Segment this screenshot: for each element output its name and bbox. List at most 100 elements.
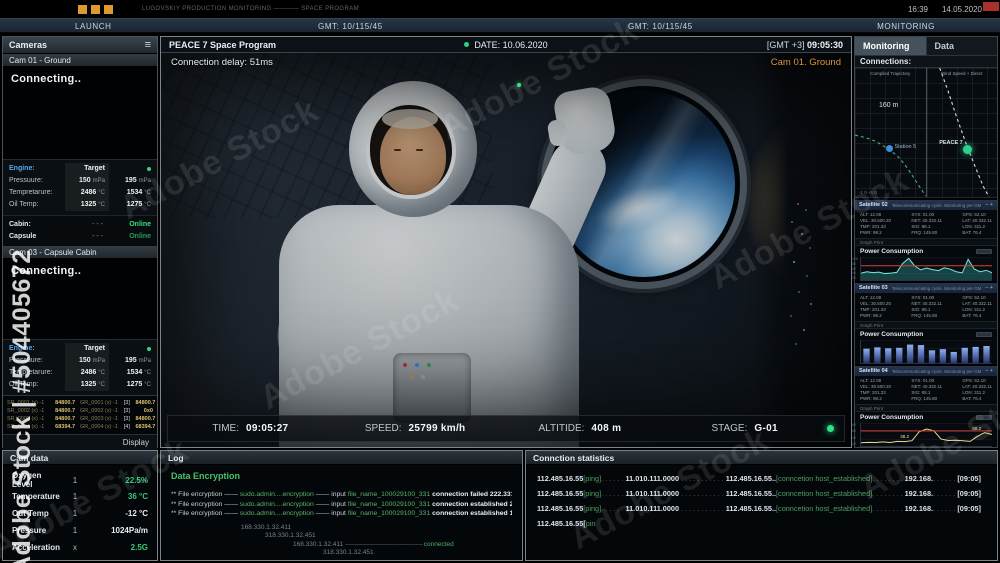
- satellite-header: Satellite 04 Telecommunicating cycle. Mo…: [855, 366, 997, 376]
- ip: 112.485.16.55: [537, 489, 584, 498]
- log-status: connection established 11-22-222.331.1.1…: [432, 510, 512, 517]
- target-value: 1325: [80, 201, 97, 208]
- table-row: Pressure 1 1024Pa/m: [3, 522, 157, 539]
- target-value: 2486: [80, 369, 97, 376]
- connection-status: [conncetion host_established]: [776, 489, 873, 498]
- cell: SR_0004 (x) -1: [7, 424, 45, 430]
- menu-icon[interactable]: ≡: [145, 40, 151, 51]
- main-video-panel: PEACE 7 Space Program DATE: 10.06.2020 […: [160, 36, 852, 448]
- actual-unit: °C: [144, 190, 151, 196]
- ip: 11.010.111.0000: [625, 489, 680, 498]
- cam01-selector[interactable]: Cam 01 - Ground: [3, 54, 157, 67]
- ip-address: 318.330.1.32.451: [265, 532, 316, 539]
- actual-value: 195: [125, 357, 137, 364]
- table-row: Oxygen Level 1 22.5%: [3, 471, 157, 489]
- engine-label: Engine:: [9, 165, 35, 172]
- target-unit: °C: [98, 382, 105, 388]
- cabin-label: Cabin:: [9, 221, 31, 228]
- satellite-stats: ALT: 12.08 VEL: 30.500.20 TMP: 201.33 PW…: [855, 210, 997, 238]
- actual-unit: mPa: [138, 358, 151, 364]
- ip: 192.168.: [904, 474, 934, 483]
- cell: [3]: [123, 408, 130, 414]
- log-line: ** File encryption —— sudo.admin....encr…: [171, 509, 512, 519]
- window-controls[interactable]: – +: [985, 285, 993, 291]
- date-label: DATE: 10.06.2020: [474, 39, 548, 50]
- trajectory-chart: Compiled Trajectory 160 m Station 5 -1 0…: [855, 68, 997, 198]
- leader-dots: . . . . . . . . . . .: [681, 474, 724, 483]
- capsule-label: Capsule: [9, 233, 37, 240]
- cell: SR_0002 (x) -1: [7, 408, 45, 414]
- display-button[interactable]: Display: [123, 438, 149, 447]
- metric-name: Pressuure:: [9, 177, 43, 184]
- top-status-bar: LUGOVSKIY PRODUCTION MONITORING ———— SPA…: [0, 0, 1000, 18]
- cam-data-title: Cam data: [10, 452, 49, 463]
- window-controls[interactable]: – +: [985, 368, 993, 374]
- stats-column: ALT: 12.08 VEL: 30.500.20 TMP: 201.33 PW…: [860, 212, 892, 235]
- table-row: Acceleration x 2.5G: [3, 539, 157, 556]
- cell: 84800.7: [135, 400, 156, 406]
- cell: [3]: [123, 400, 130, 406]
- cam03-feed: Connecting..: [3, 259, 157, 339]
- log-text: —— input: [315, 491, 346, 498]
- data-label: 38.2: [900, 434, 910, 440]
- actual-unit: °C: [144, 382, 151, 388]
- graph-print-label: Graph Print: [860, 322, 884, 328]
- table-row: SR_0003 (x) -1 84800.7 GR_0003 (x) -1 [3] 84…: [7, 415, 155, 423]
- engine-label: Engine:: [9, 345, 35, 352]
- leader-dots: . . . . . . . .: [872, 474, 903, 483]
- connection-status: [conncetion host_established]: [776, 474, 873, 483]
- cell: 68394.7: [55, 424, 76, 430]
- log-command: sudo.admin....encryption: [239, 500, 314, 508]
- tab-label: Monitoring: [863, 41, 910, 51]
- table-row: Oil Temp: 1325 °C 1275 °C: [9, 379, 151, 391]
- video-overlay-top: Connection delay: 51ms Cam 01. Ground: [161, 57, 851, 68]
- engine-status-dot: [147, 347, 151, 351]
- target-unit: mPa: [92, 358, 105, 364]
- actual-unit: °C: [144, 202, 151, 208]
- log-panel: Log Data Encryption ** File encryption —…: [160, 450, 523, 561]
- metric-name: Oil Temp:: [9, 201, 39, 208]
- telemetry-bar: TIME: 09:05:27 SPEED: 25799 km/h ALTITIDE:…: [167, 415, 845, 442]
- connections-label: Connections:: [860, 57, 912, 66]
- cell: SR_0003 (x) -1: [7, 416, 45, 422]
- table-row: SR_0004 (x) -1 68394.7 GR_0004 (x) -1 [4] 68…: [7, 423, 155, 431]
- tab-label: Data: [934, 41, 955, 51]
- tab-data[interactable]: Data: [925, 37, 997, 55]
- power-consumption-area-chart: 100 80 60 40 20: [852, 257, 992, 281]
- tab-monitoring[interactable]: Monitoring: [855, 37, 926, 55]
- gmt-right: GMT: 10/115/45: [628, 22, 693, 31]
- table-row: Pressuure: 150 mPa 195 mPa: [9, 355, 151, 367]
- window-controls[interactable]: – +: [985, 202, 993, 208]
- peace7-label: PEACE 7: [939, 140, 963, 147]
- channel: 1: [72, 526, 78, 535]
- satellite-subtitle: Telecommunicating cycle. Monitoring per …: [891, 202, 982, 208]
- timestamp: [09:05]: [957, 489, 981, 498]
- channel: 1: [72, 475, 78, 485]
- metric-name: Pressure: [12, 526, 47, 535]
- nav-bar: LAUNCH GMT: 10/115/45 GMT: 10/115/45 MON…: [0, 18, 1000, 33]
- target-label: Target: [65, 163, 109, 175]
- brand-logo-icon: [78, 5, 113, 14]
- nav-monitoring[interactable]: MONITORING: [877, 22, 935, 31]
- table-row: 112.485.16.55[pin: [537, 516, 986, 531]
- stats-column: SYS: 01.00 NET: 40.332.11 SIG: 88.1 FRQ:…: [911, 212, 943, 235]
- target-unit: mPa: [92, 178, 105, 184]
- log-command: sudo.admin....encryption: [239, 491, 314, 498]
- system-clock: 16:39: [907, 5, 928, 14]
- connection-stats-body: 112.485.16.55[ping]. . . . . . 11.010.11…: [526, 465, 997, 537]
- cell: 0x0: [143, 408, 153, 414]
- actual-value: 1534: [126, 369, 143, 376]
- metric-name: Acceleration: [12, 543, 61, 552]
- satellite-block: Satellite 04 Telecommunicating cycle. Mo…: [852, 364, 997, 447]
- ip: 112.485.16.55: [537, 504, 584, 513]
- data-label: 58.2: [972, 425, 982, 431]
- cam03-selector[interactable]: Cam 03 - Capsule Cabin: [3, 246, 157, 259]
- metric-value: 2.5G: [130, 543, 148, 552]
- cameras-title: Cameras: [9, 40, 48, 50]
- stage-label: STAGE:: [711, 423, 748, 434]
- table-row: SR_0002 (x) -1 84800.7 GR_0002 (x) -1 [3] 0x…: [7, 407, 153, 415]
- table-row: Temperature 1 36 °C: [3, 488, 157, 505]
- trajectory-left-chart: Compiled Trajectory 160 m Station 5 -1 0…: [855, 68, 926, 197]
- nav-launch[interactable]: LAUNCH: [75, 22, 112, 31]
- stage-value: G-01: [754, 423, 778, 434]
